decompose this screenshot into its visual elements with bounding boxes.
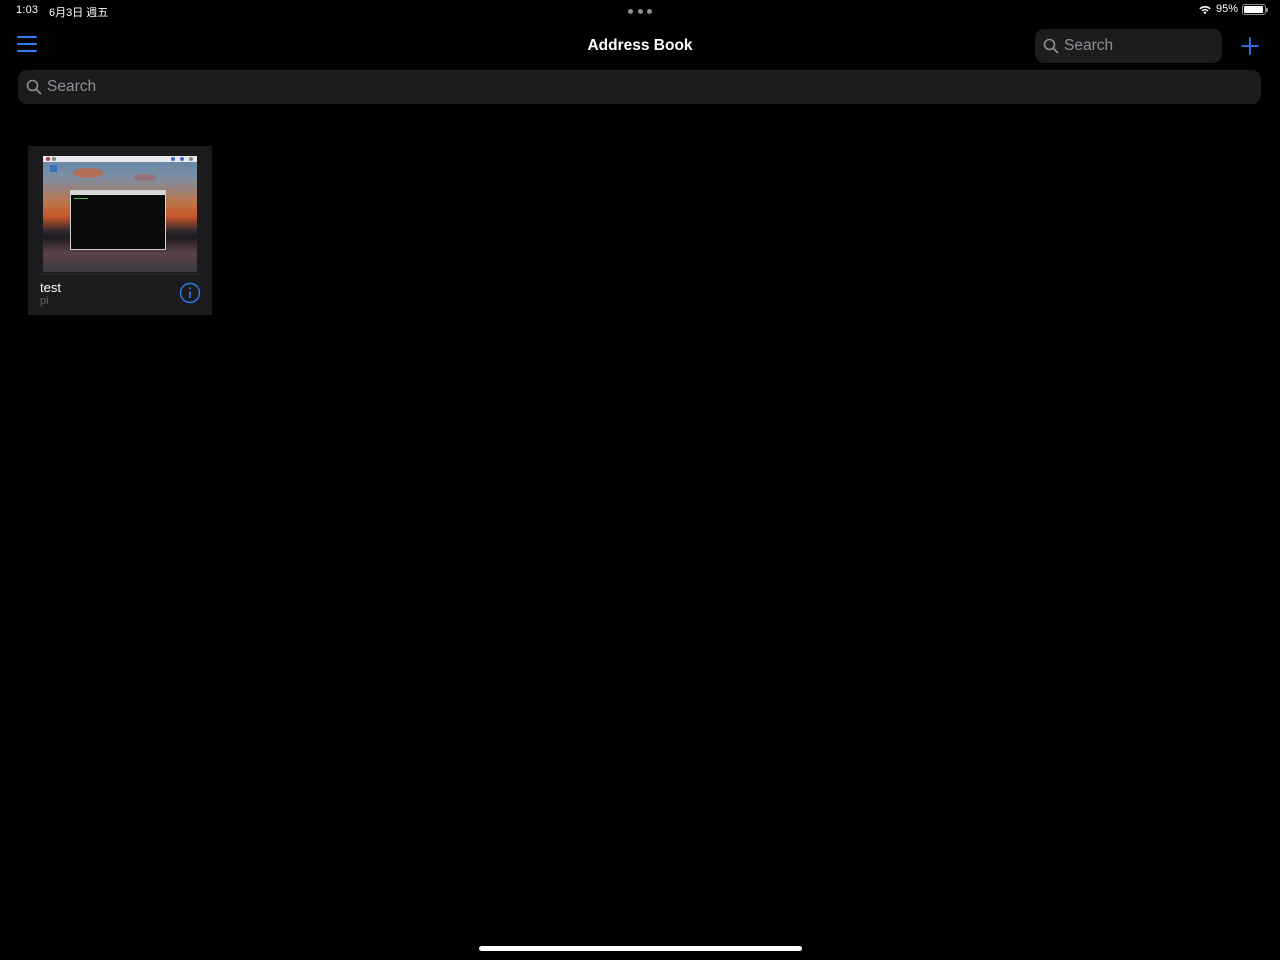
main-search-placeholder: Search <box>47 78 97 95</box>
connection-name: test <box>40 280 61 295</box>
card-divider <box>40 274 200 275</box>
wifi-icon <box>1199 5 1211 14</box>
status-time: 1:03 <box>16 4 39 16</box>
connection-card[interactable]: test pi <box>28 146 212 315</box>
status-indicators: 95% <box>1198 3 1268 15</box>
screen: 1:03 6月3日 週五 95% Address Book Search Sea… <box>0 0 1280 960</box>
battery-icon <box>1242 3 1268 15</box>
connection-thumbnail <box>43 156 197 272</box>
search-icon <box>26 79 42 95</box>
connection-username: pi <box>40 295 49 307</box>
info-icon[interactable] <box>179 282 201 304</box>
search-icon <box>1043 38 1059 54</box>
home-indicator[interactable] <box>479 946 802 951</box>
nav-search-placeholder: Search <box>1064 37 1114 54</box>
battery-percentage: 95% <box>1215 3 1238 15</box>
battery-fill <box>1244 5 1263 13</box>
plus-icon[interactable] <box>1240 36 1260 56</box>
multitasking-dots-icon[interactable] <box>628 9 652 15</box>
main-search-field[interactable]: Search <box>18 70 1261 104</box>
nav-search-field[interactable]: Search <box>1035 29 1222 63</box>
status-date: 6月3日 週五 <box>49 7 109 19</box>
